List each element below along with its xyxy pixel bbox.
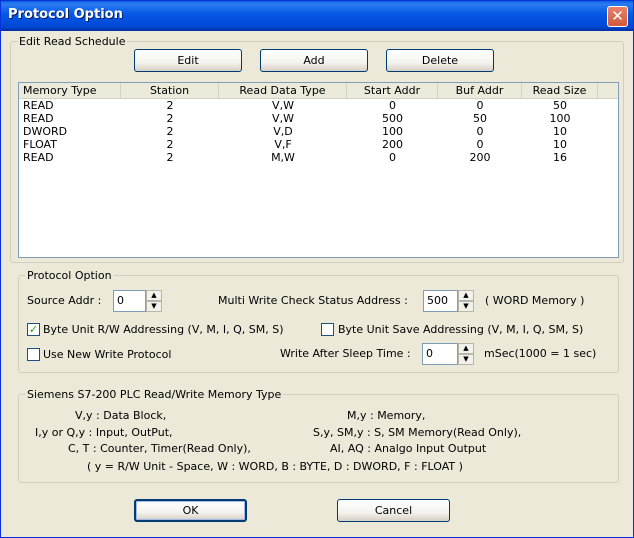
multi-write-label: Multi Write Check Status Address : xyxy=(218,294,408,307)
new-write-protocol-checkbox[interactable] xyxy=(27,348,40,361)
cell-start-addr: 100 xyxy=(382,125,403,138)
table-row[interactable]: READ 2 M,W 0 200 16 xyxy=(19,151,618,164)
byte-unit-save-label[interactable]: Byte Unit Save Addressing (V, M, I, Q, S… xyxy=(338,323,583,336)
spin-up-icon[interactable]: ▲ xyxy=(458,343,474,354)
source-addr-label: Source Addr : xyxy=(27,294,102,307)
cell-buf-addr: 50 xyxy=(473,112,487,125)
protocol-option-dialog: Protocol Option ✕ Edit Read Schedule Edi… xyxy=(0,0,634,538)
column-read-size[interactable]: Read Size xyxy=(522,83,598,99)
spin-up-icon[interactable]: ▲ xyxy=(146,290,162,301)
cell-buf-addr: 200 xyxy=(469,151,491,164)
sleep-time-spinner[interactable]: ▲ ▼ xyxy=(458,343,474,365)
spin-down-icon[interactable]: ▼ xyxy=(146,301,162,312)
cell-read-size: 10 xyxy=(553,125,567,138)
new-write-protocol-label[interactable]: Use New Write Protocol xyxy=(43,348,171,361)
memory-right-line: AI, AQ : Analgo Input Output xyxy=(330,442,487,455)
cell-read-data-type: M,W xyxy=(271,151,295,164)
byte-unit-rw-label[interactable]: Byte Unit R/W Addressing (V, M, I, Q, SM… xyxy=(43,323,283,336)
cell-start-addr: 0 xyxy=(389,99,396,112)
source-addr-input[interactable]: 0 xyxy=(113,290,146,312)
cell-read-size: 100 xyxy=(549,112,571,125)
read-schedule-list[interactable]: Memory Type Station Read Data Type Start… xyxy=(18,82,619,258)
table-row[interactable]: READ 2 V,W 500 50 100 xyxy=(19,112,618,125)
cell-start-addr: 0 xyxy=(389,151,396,164)
column-buf-addr[interactable]: Buf Addr xyxy=(438,83,522,99)
cell-memory-type: DWORD xyxy=(23,125,68,138)
cell-station: 2 xyxy=(166,151,174,164)
memory-left-line: C, T : Counter, Timer(Read Only), xyxy=(68,442,251,455)
cell-memory-type: READ xyxy=(23,112,54,125)
cell-memory-type: READ xyxy=(23,151,54,164)
cell-read-size: 16 xyxy=(553,151,567,164)
byte-unit-rw-checkbox[interactable]: ✓ xyxy=(27,323,40,336)
cell-memory-type: FLOAT xyxy=(23,138,57,151)
title-bar: Protocol Option ✕ xyxy=(1,1,633,31)
cell-read-data-type: V,D xyxy=(273,125,293,138)
spin-up-icon[interactable]: ▲ xyxy=(458,290,474,301)
edit-button[interactable]: Edit xyxy=(134,49,242,72)
list-header: Memory Type Station Read Data Type Start… xyxy=(19,83,618,99)
column-station[interactable]: Station xyxy=(121,83,219,99)
multi-write-input[interactable]: 500 xyxy=(423,290,458,312)
column-start-addr[interactable]: Start Addr xyxy=(347,83,438,99)
sleep-time-label: Write After Sleep Time : xyxy=(280,347,411,360)
cell-start-addr: 500 xyxy=(382,112,403,125)
cell-station: 2 xyxy=(166,99,174,112)
ok-button[interactable]: OK xyxy=(134,499,247,522)
memory-left-line: V,y : Data Block, xyxy=(75,409,167,422)
memory-right-line: M,y : Memory, xyxy=(347,409,426,422)
sleep-unit-label: mSec(1000 = 1 sec) xyxy=(484,347,597,360)
cell-buf-addr: 0 xyxy=(476,99,484,112)
cell-read-data-type: V,W xyxy=(272,99,294,112)
add-button[interactable]: Add xyxy=(260,49,368,72)
source-addr-spinner[interactable]: ▲ ▼ xyxy=(146,290,162,312)
delete-button[interactable]: Delete xyxy=(386,49,494,72)
spin-down-icon[interactable]: ▼ xyxy=(458,354,474,365)
cancel-button[interactable]: Cancel xyxy=(337,499,450,522)
column-memory-type[interactable]: Memory Type xyxy=(19,83,121,99)
spin-down-icon[interactable]: ▼ xyxy=(458,301,474,312)
cell-read-size: 50 xyxy=(553,99,567,112)
cell-start-addr: 200 xyxy=(382,138,403,151)
cell-read-data-type: V,W xyxy=(272,112,294,125)
byte-unit-save-checkbox[interactable] xyxy=(321,323,334,336)
edit-read-schedule-label: Edit Read Schedule xyxy=(17,35,128,48)
close-button[interactable]: ✕ xyxy=(607,6,628,27)
cell-station: 2 xyxy=(166,112,174,125)
memory-right-line: S,y, SM,y : S, SM Memory(Read Only), xyxy=(313,426,522,439)
cell-buf-addr: 0 xyxy=(476,138,484,151)
multi-write-spinner[interactable]: ▲ ▼ xyxy=(458,290,474,312)
memory-left-line: I,y or Q,y : Input, OutPut, xyxy=(35,426,173,439)
memory-type-label: Siemens S7-200 PLC Read/Write Memory Typ… xyxy=(25,388,284,401)
cell-read-size: 10 xyxy=(553,138,567,151)
cell-buf-addr: 0 xyxy=(476,125,484,138)
protocol-option-label: Protocol Option xyxy=(25,269,114,282)
close-icon: ✕ xyxy=(611,7,624,25)
word-memory-label: ( WORD Memory ) xyxy=(485,294,585,307)
memory-footer: ( y = R/W Unit - Space, W : WORD, B : BY… xyxy=(87,460,463,473)
column-read-data-type[interactable]: Read Data Type xyxy=(219,83,347,99)
sleep-time-input[interactable]: 0 xyxy=(422,343,458,365)
table-row[interactable]: READ 2 V,W 0 0 50 xyxy=(19,99,618,112)
cell-memory-type: READ xyxy=(23,99,54,112)
table-row[interactable]: DWORD 2 V,D 100 0 10 xyxy=(19,125,618,138)
cell-station: 2 xyxy=(166,125,174,138)
table-row[interactable]: FLOAT 2 V,F 200 0 10 xyxy=(19,138,618,151)
cell-station: 2 xyxy=(166,138,174,151)
cell-read-data-type: V,F xyxy=(274,138,292,151)
window-title: Protocol Option xyxy=(8,7,123,22)
